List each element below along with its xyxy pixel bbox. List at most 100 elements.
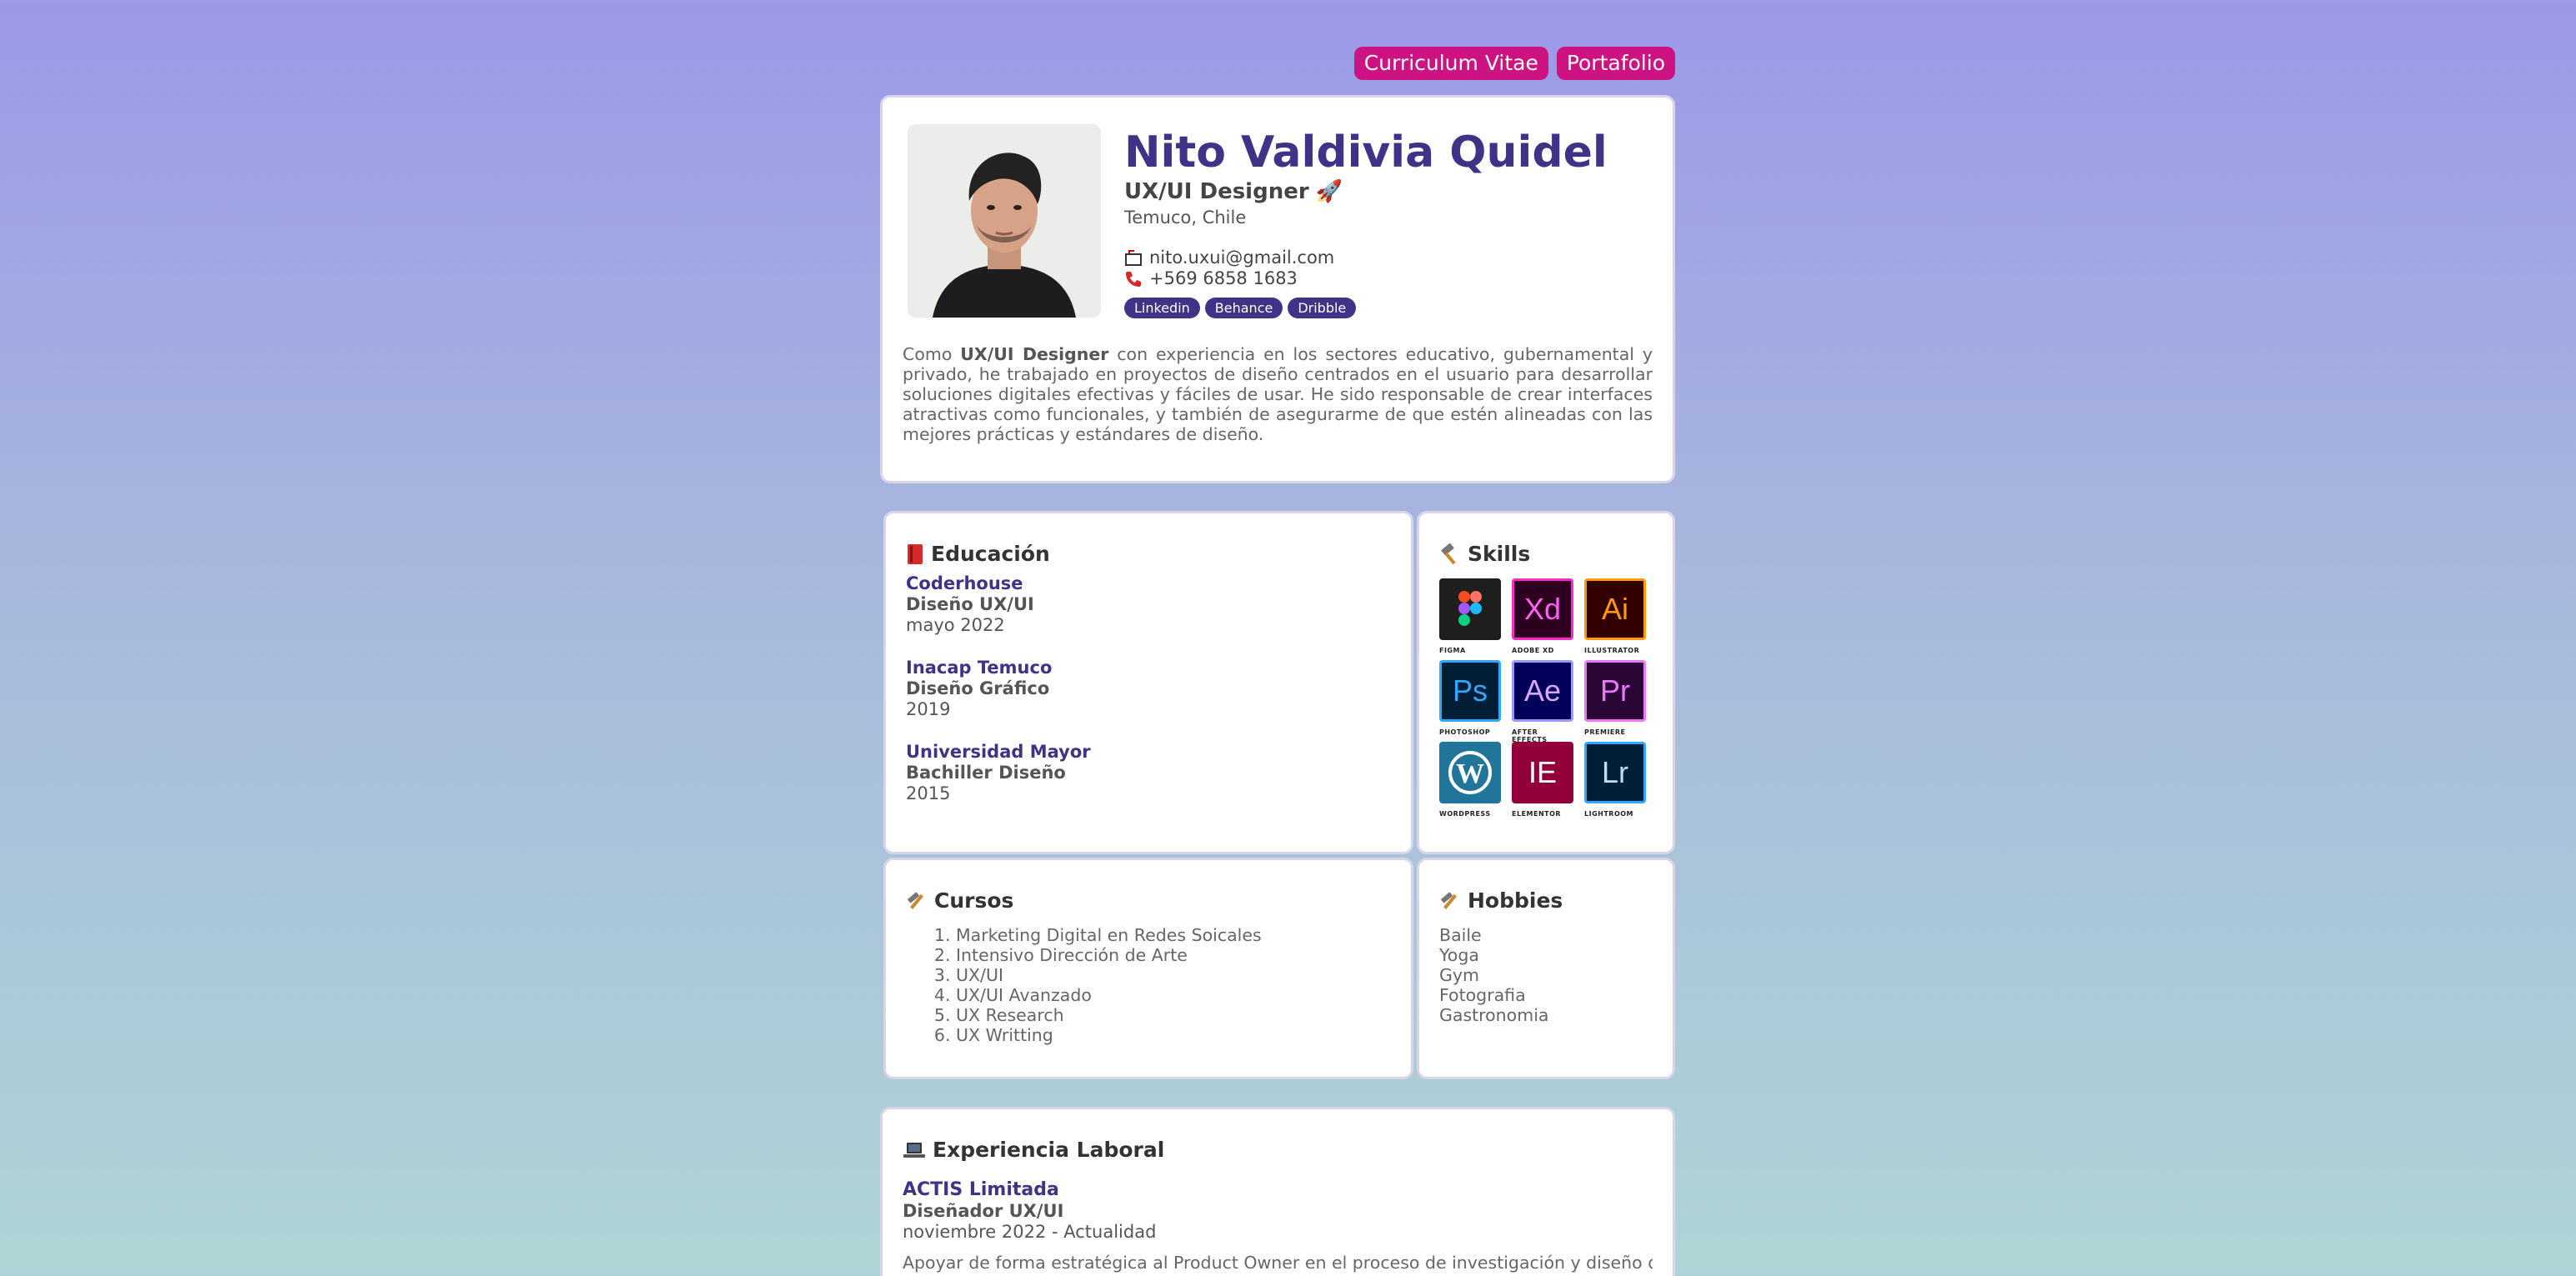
book-icon — [908, 544, 923, 564]
skill-label: ADOBE XD — [1512, 647, 1554, 654]
skill-abbr: Ps — [1452, 673, 1488, 708]
social-links: Linkedin Behance Dribble — [1124, 298, 1653, 318]
education-list: Coderhouse Diseño UX/UI mayo 2022 Inacap… — [906, 573, 1391, 804]
skill-label: AFTER EFFECTS — [1512, 728, 1548, 743]
education-item: Coderhouse Diseño UX/UI mayo 2022 — [906, 573, 1391, 636]
profile-role: UX/UI Designer 🚀 — [1124, 178, 1653, 206]
profile-card: Nito Valdivia Quidel UX/UI Designer 🚀 Te… — [880, 95, 1675, 483]
skill-abbr: Lr — [1601, 755, 1628, 789]
skill-label: ILLUSTRATOR — [1584, 647, 1640, 654]
course-item: UX Research — [956, 1005, 1391, 1025]
course-item: Intensivo Dirección de Arte — [956, 945, 1391, 965]
phone-row: +569 6858 1683 — [1124, 268, 1653, 289]
hobby-item: Fotografia — [1439, 985, 1526, 1005]
about-text: Como UX/UI Designer con experiencia en l… — [903, 344, 1653, 444]
profile-identity: Nito Valdivia Quidel UX/UI Designer 🚀 Te… — [1124, 128, 1653, 318]
about-prefix: Como — [903, 344, 953, 364]
education-institution: Inacap Temuco — [906, 658, 1053, 678]
after-effects-icon: Ae — [1512, 660, 1573, 722]
phone-icon — [1126, 271, 1141, 287]
hobbies-list: Baile Yoga Gym Fotografia Gastronomia — [1439, 925, 1653, 1025]
experience-dates: noviembre 2022 - Actualidad — [903, 1222, 1157, 1242]
course-item: UX Writting — [956, 1025, 1391, 1045]
page-wrapper: Curriculum Vitae Portafolio Nito Valdivi… — [880, 47, 1675, 483]
hobby-item: Baile — [1439, 925, 1482, 945]
profile-photo — [908, 124, 1101, 318]
photoshop-icon: Ps — [1439, 660, 1501, 722]
education-title: Educación — [906, 542, 1391, 567]
skill-abbr: IE — [1528, 755, 1557, 789]
education-item: Inacap Temuco Diseño Gráfico 2019 — [906, 658, 1391, 720]
laptop-icon — [903, 1143, 925, 1158]
skill-label: WORDPRESS — [1439, 810, 1491, 818]
course-item: UX/UI — [956, 965, 1391, 985]
courses-list: Marketing Digital en Redes Soicales Inte… — [906, 925, 1391, 1045]
hobby-item: Yoga — [1439, 945, 1479, 965]
hobbies-card: Hobbies Baile Yoga Gym Fotografia Gastro… — [1417, 858, 1675, 1079]
skill-item: FIGMA — [1439, 578, 1501, 657]
lightroom-icon: Lr — [1584, 742, 1646, 803]
education-item: Universidad Mayor Bachiller Diseño 2015 — [906, 742, 1391, 804]
skill-label: LIGHTROOM — [1584, 810, 1634, 818]
course-item: Marketing Digital en Redes Soicales — [956, 925, 1391, 945]
skills-title: Skills — [1439, 542, 1653, 567]
linkedin-link[interactable]: Linkedin — [1124, 298, 1200, 318]
adobe-xd-icon: Xd — [1512, 578, 1573, 640]
mailbox-icon — [1125, 249, 1142, 266]
skill-item: Pr PREMIERE — [1584, 660, 1646, 738]
skill-label: PREMIERE — [1584, 728, 1626, 736]
avatar — [908, 124, 1101, 318]
education-degree: Bachiller Diseño — [906, 763, 1066, 783]
course-item: UX/UI Avanzado — [956, 985, 1391, 1005]
education-year: 2019 — [906, 699, 951, 719]
education-degree: Diseño UX/UI — [906, 594, 1034, 614]
skill-abbr: Xd — [1523, 592, 1562, 626]
contact-info: nito.uxui@gmail.com +569 6858 1683 — [1124, 248, 1653, 289]
hobby-item: Gastronomia — [1439, 1005, 1549, 1025]
skill-item: Ae AFTER EFFECTS — [1512, 660, 1573, 743]
skill-item: Ps PHOTOSHOP — [1439, 660, 1501, 738]
hammer-icon — [1441, 543, 1456, 565]
education-card: Educación Coderhouse Diseño UX/UI mayo 2… — [883, 511, 1413, 854]
courses-card: Cursos Marketing Digital en Redes Soical… — [883, 858, 1413, 1079]
svg-text:W: W — [1456, 758, 1484, 789]
education-institution: Universidad Mayor — [906, 742, 1091, 762]
experience-company: ACTIS Limitada — [903, 1179, 1059, 1200]
portfolio-button[interactable]: Portafolio — [1556, 47, 1675, 80]
curriculum-vitae-button[interactable]: Curriculum Vitae — [1353, 47, 1548, 80]
skill-item: Lr LIGHTROOM — [1584, 742, 1646, 820]
dribble-link[interactable]: Dribble — [1288, 298, 1357, 318]
skill-abbr: Ai — [1601, 592, 1628, 626]
experience-card: Experiencia Laboral ACTIS Limitada Diseñ… — [880, 1107, 1675, 1276]
experience-role: Diseñador UX/UI — [903, 1201, 1064, 1221]
skill-item: W WORDPRESS — [1439, 742, 1501, 820]
top-nav: Curriculum Vitae Portafolio — [880, 47, 1675, 80]
experience-description: Apoyar de forma estratégica al Product O… — [903, 1253, 1653, 1273]
email-link[interactable]: nito.uxui@gmail.com — [1149, 248, 1334, 268]
profile-name: Nito Valdivia Quidel — [1124, 128, 1608, 178]
elementor-icon: IE — [1512, 742, 1573, 803]
skill-label: ELEMENTOR — [1512, 810, 1562, 818]
illustrator-icon: Ai — [1584, 578, 1646, 640]
education-institution: Coderhouse — [906, 573, 1023, 593]
skill-item: Xd ADOBE XD — [1512, 578, 1573, 657]
profile-location: Temuco, Chile — [1124, 208, 1247, 228]
skills-card: Skills FIGMA Xd ADOBE XD Ai ILLUSTRATOR Ps PHO… — [1417, 511, 1675, 854]
behance-link[interactable]: Behance — [1204, 298, 1283, 318]
figma-icon — [1439, 578, 1501, 640]
skill-item: Ai ILLUSTRATOR — [1584, 578, 1646, 657]
profile-role-text: UX/UI Designer — [1124, 179, 1309, 204]
education-year: 2015 — [906, 783, 951, 803]
skill-label: PHOTOSHOP — [1439, 728, 1491, 736]
skill-abbr: Pr — [1600, 673, 1630, 708]
wordpress-icon: W — [1439, 742, 1501, 803]
education-degree: Diseño Gráfico — [906, 678, 1050, 698]
skill-label: FIGMA — [1439, 647, 1466, 654]
phone-number[interactable]: +569 6858 1683 — [1149, 268, 1298, 289]
skills-grid: FIGMA Xd ADOBE XD Ai ILLUSTRATOR Ps PHOTOSHOP A… — [1439, 578, 1653, 820]
premiere-icon: Pr — [1584, 660, 1646, 722]
experience-title: Experiencia Laboral — [903, 1138, 1653, 1163]
email-row: nito.uxui@gmail.com — [1124, 248, 1653, 268]
about-bold: UX/UI Designer — [960, 344, 1109, 364]
hammer-pick-icon — [908, 892, 923, 909]
